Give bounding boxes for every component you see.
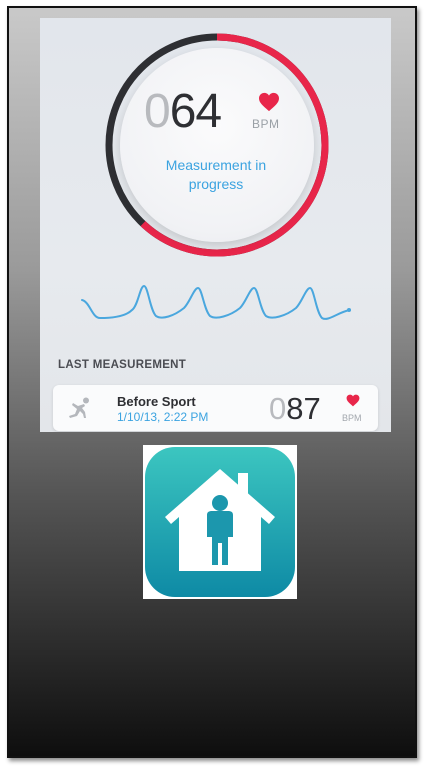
bpm-leading-zero: 0 [144,85,171,138]
pulse-waveform [81,284,351,320]
measurement-bpm-value: 087 [269,391,321,427]
measurement-bpm-unit: BPM [342,413,362,423]
bpm-digits: 64 [169,85,222,138]
device-frame: 064 BPM Measurement in progress LAST MEA… [7,6,417,758]
bpm-value: 064 [144,84,222,139]
heart-icon [259,92,279,112]
runner-icon [69,397,89,418]
measurement-leading-zero: 0 [269,391,287,426]
heart-rate-screen: 064 BPM Measurement in progress LAST MEA… [40,18,391,432]
measurement-status: Measurement in progress [165,157,267,192]
last-measurement-heading: LAST MEASUREMENT [58,359,187,371]
heart-icon [346,394,360,407]
bpm-unit: BPM [252,117,280,131]
home-person-app-icon[interactable] [143,445,297,599]
measurement-datetime: 1/10/13, 2:22 PM [117,410,209,424]
last-measurement-card[interactable]: Before Sport 1/10/13, 2:22 PM 087 BPM [53,385,378,431]
measurement-digits: 87 [286,391,321,426]
measurement-title: Before Sport [117,394,196,409]
bpm-dial [120,48,314,242]
